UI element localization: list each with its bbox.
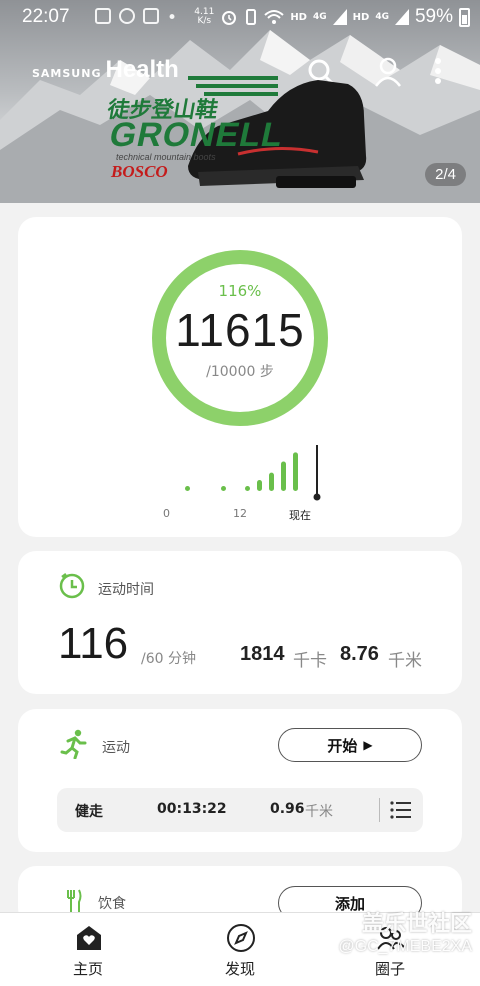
profile-icon[interactable] — [374, 56, 402, 88]
vibrate-icon — [246, 9, 257, 25]
exercise-label: 运动 — [102, 740, 130, 756]
ad-subtitle: technical mountain boots — [116, 152, 216, 162]
brand-health: Health — [105, 56, 179, 83]
brand-samsung: SAMSUNG — [32, 67, 102, 80]
exercise-type: 健走 — [75, 804, 103, 820]
promo-banner[interactable]: 22:07 • 4.11 K/s HD 4G HD 4G 59% SAMSUNG — [0, 0, 480, 203]
nav-community-label: 圈子 — [374, 960, 405, 978]
watermark-line1: 盖乐世社区 — [361, 912, 472, 937]
exercise-card[interactable]: 运动 开始 ▶ 健走 00:13:22 0.96 千米 — [18, 709, 462, 852]
more-options-icon[interactable] — [432, 56, 444, 86]
app-icon — [143, 8, 159, 24]
battery-icon — [459, 7, 470, 27]
lte-badge-1: 4G — [312, 12, 327, 22]
exercise-summary-row[interactable]: 健走 00:13:22 0.96 千米 — [57, 788, 423, 832]
hd-badge-2: HD — [352, 11, 370, 23]
wifi-icon — [264, 10, 284, 24]
status-right: 4.11 K/s HD 4G HD 4G 59% — [194, 6, 470, 28]
hour-bar — [245, 486, 250, 491]
calories-unit: 千卡 — [293, 651, 327, 671]
row-divider — [379, 798, 380, 822]
signal-icon-1 — [332, 9, 347, 25]
lte-badge-2: 4G — [375, 12, 389, 22]
signal-icon-2 — [394, 9, 409, 25]
nav-home-label: 主页 — [72, 960, 103, 978]
running-icon — [60, 729, 87, 759]
distance-unit: 千米 — [388, 651, 422, 671]
more-notifications-icon: • — [167, 8, 178, 28]
ad-maker: BOSCO — [111, 162, 168, 181]
list-icon[interactable] — [390, 800, 412, 820]
x-label-now: 现在 — [289, 509, 311, 522]
hour-bar — [257, 479, 262, 491]
watermark: 盖乐世社区 @GC_7MEBE2XA — [338, 906, 472, 956]
exercise-duration: 00:13:22 — [157, 801, 227, 817]
exercise-distance: 0.96 — [270, 801, 305, 817]
active-time-value: 116 — [58, 619, 129, 668]
food-label: 饮食 — [98, 896, 126, 912]
x-label-0: 0 — [163, 507, 170, 520]
status-time: 22:07 — [22, 6, 70, 27]
active-time-card[interactable]: 运动时间 116 /60 分钟 1814 千卡 8.76 千米 — [18, 551, 462, 694]
play-icon: ▶ — [363, 738, 373, 752]
hd-badge-1: HD — [290, 11, 307, 23]
hourly-steps-chart — [185, 445, 321, 501]
battery-percent: 59% — [414, 6, 453, 27]
x-label-12: 12 — [233, 507, 247, 520]
steps-percent: 116% — [218, 282, 262, 300]
hour-bar — [221, 486, 226, 491]
net-unit: K/s — [197, 16, 212, 26]
notification-icon — [119, 8, 135, 24]
gallery-icon — [95, 8, 111, 24]
exercise-distance-unit: 千米 — [305, 804, 333, 820]
steps-card[interactable]: 116% 11615 /10000 步 0 12 现在 — [18, 217, 462, 537]
active-time-label: 运动时间 — [98, 582, 154, 598]
hour-bar — [281, 461, 286, 491]
hour-bar — [269, 472, 274, 491]
steps-count: 11615 — [175, 304, 305, 356]
hour-bar — [185, 486, 190, 491]
hour-bar — [293, 452, 298, 491]
stopwatch-icon — [59, 573, 85, 599]
calories-value: 1814 — [240, 643, 285, 665]
start-exercise-button[interactable]: 开始 ▶ — [278, 728, 422, 762]
watermark-line2: @GC_7MEBE2XA — [338, 938, 472, 955]
distance-value: 8.76 — [340, 643, 379, 665]
steps-goal: /10000 步 — [206, 364, 274, 380]
banner-pager: 2/4 — [425, 163, 466, 186]
notification-icons: • — [95, 8, 177, 28]
nav-home[interactable]: 主页 — [8, 913, 168, 986]
nav-discover[interactable]: 发现 — [160, 913, 320, 986]
alarm-icon — [222, 11, 237, 25]
nav-discover-label: 发现 — [224, 960, 255, 978]
start-button-label: 开始 — [327, 736, 358, 755]
ad-brand-title: GRONELL — [106, 116, 288, 154]
home-heart-icon — [77, 926, 101, 950]
app-brand: SAMSUNG Health — [32, 56, 179, 84]
status-bar: 22:07 • 4.11 K/s HD 4G HD 4G 59% — [0, 0, 480, 34]
active-time-goal: /60 分钟 — [141, 651, 196, 667]
now-indicator-dot — [313, 493, 321, 501]
compass-icon — [227, 924, 255, 952]
